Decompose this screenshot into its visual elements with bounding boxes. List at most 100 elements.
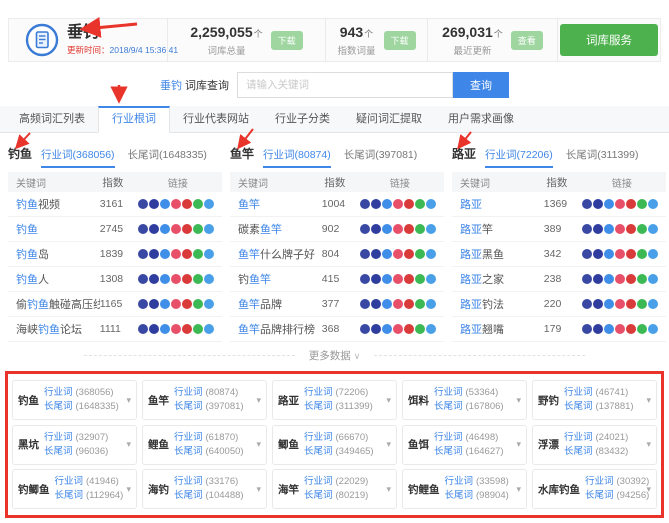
industry-label[interactable]: 行业词 bbox=[44, 431, 73, 445]
platform-icon-green[interactable] bbox=[637, 274, 647, 284]
industry-label[interactable]: 行业词 bbox=[304, 386, 333, 400]
platform-icon-red[interactable] bbox=[182, 199, 192, 209]
platform-icon-green[interactable] bbox=[193, 224, 203, 234]
platform-icon-navy[interactable] bbox=[582, 299, 592, 309]
industry-count-line[interactable]: 行业词(24021) bbox=[564, 431, 628, 445]
keyword-link[interactable]: 钓鱼 bbox=[16, 221, 100, 237]
keyword-link[interactable]: 碳素鱼竿 bbox=[238, 221, 322, 237]
search-button[interactable]: 查询 bbox=[453, 72, 509, 98]
platform-icon-red[interactable] bbox=[182, 224, 192, 234]
platform-icon-red[interactable] bbox=[626, 224, 636, 234]
tab-industry-subcategory[interactable]: 行业子分类 bbox=[262, 106, 343, 132]
platform-icon-green[interactable] bbox=[415, 324, 425, 334]
platform-icon-red[interactable] bbox=[404, 249, 414, 259]
longtail-count-line[interactable]: 长尾词(96036) bbox=[44, 445, 108, 459]
platform-icon-lightblue[interactable] bbox=[204, 299, 214, 309]
platform-icon-blue[interactable] bbox=[604, 199, 614, 209]
dropdown-caret-icon[interactable]: ▾ bbox=[516, 484, 521, 495]
industry-label[interactable]: 行业词 bbox=[174, 386, 203, 400]
platform-icon-lightblue[interactable] bbox=[648, 224, 658, 234]
platform-icon-rose[interactable] bbox=[615, 224, 625, 234]
platform-icon-indigo[interactable] bbox=[371, 249, 381, 259]
keyword-name[interactable]: 鲫鱼 bbox=[278, 437, 299, 452]
industry-label[interactable]: 行业词 bbox=[564, 431, 593, 445]
platform-icon-red[interactable] bbox=[626, 249, 636, 259]
dropdown-caret-icon[interactable]: ▾ bbox=[646, 439, 651, 450]
platform-icon-indigo[interactable] bbox=[371, 199, 381, 209]
dropdown-caret-icon[interactable]: ▾ bbox=[386, 395, 391, 406]
platform-icon-rose[interactable] bbox=[615, 199, 625, 209]
longtail-count-line[interactable]: 长尾词(137881) bbox=[564, 400, 634, 414]
platform-icon-blue[interactable] bbox=[160, 274, 170, 284]
platform-icon-lightblue[interactable] bbox=[426, 249, 436, 259]
longtail-label[interactable]: 长尾词 bbox=[44, 445, 73, 459]
platform-icon-green[interactable] bbox=[637, 299, 647, 309]
platform-icon-lightblue[interactable] bbox=[648, 274, 658, 284]
platform-icon-rose[interactable] bbox=[615, 274, 625, 284]
dropdown-caret-icon[interactable]: ▾ bbox=[386, 484, 391, 495]
industry-count-line[interactable]: 行业词(66670) bbox=[304, 431, 374, 445]
platform-icon-navy[interactable] bbox=[360, 274, 370, 284]
platform-icon-blue[interactable] bbox=[604, 324, 614, 334]
platform-icon-navy[interactable] bbox=[138, 274, 148, 284]
longtail-label[interactable]: 长尾词 bbox=[174, 489, 203, 503]
platform-icon-navy[interactable] bbox=[360, 299, 370, 309]
longtail-label[interactable]: 长尾词 bbox=[585, 489, 614, 503]
platform-icon-red[interactable] bbox=[404, 299, 414, 309]
platform-icon-blue[interactable] bbox=[382, 224, 392, 234]
industry-count-line[interactable]: 行业词(46741) bbox=[564, 386, 634, 400]
platform-icon-blue[interactable] bbox=[160, 224, 170, 234]
keyword-name[interactable]: 海钓 bbox=[148, 482, 169, 497]
keyword-link[interactable]: 路亚竿 bbox=[460, 221, 544, 237]
longtail-label[interactable]: 长尾词 bbox=[174, 445, 203, 459]
tab-industry-sites[interactable]: 行业代表网站 bbox=[170, 106, 262, 132]
longtail-count-line[interactable]: 长尾词(349465) bbox=[304, 445, 374, 459]
platform-icon-blue[interactable] bbox=[382, 274, 392, 284]
platform-icon-indigo[interactable] bbox=[593, 199, 603, 209]
keyword-name[interactable]: 钓鲤鱼 bbox=[408, 482, 440, 497]
industry-count-line[interactable]: 行业词(33598) bbox=[445, 475, 509, 489]
platform-icon-red[interactable] bbox=[626, 199, 636, 209]
industry-words-tab[interactable]: 行业词(72206) bbox=[485, 147, 553, 168]
platform-icon-navy[interactable] bbox=[360, 224, 370, 234]
platform-icon-red[interactable] bbox=[182, 299, 192, 309]
platform-icon-red[interactable] bbox=[404, 324, 414, 334]
industry-label[interactable]: 行业词 bbox=[434, 431, 463, 445]
keyword-link[interactable]: 路亚之家 bbox=[460, 271, 544, 287]
platform-icon-blue[interactable] bbox=[604, 249, 614, 259]
industry-label[interactable]: 行业词 bbox=[434, 386, 463, 400]
platform-icon-rose[interactable] bbox=[615, 249, 625, 259]
more-data-link[interactable]: 更多数据∨ bbox=[309, 348, 361, 363]
industry-words-tab[interactable]: 行业词(368056) bbox=[41, 147, 115, 168]
platform-icon-rose[interactable] bbox=[393, 249, 403, 259]
longtail-count-line[interactable]: 长尾词(80219) bbox=[304, 489, 368, 503]
keyword-name[interactable]: 钓鱼 bbox=[18, 393, 39, 408]
platform-icon-navy[interactable] bbox=[138, 299, 148, 309]
longtail-label[interactable]: 长尾词 bbox=[55, 489, 84, 503]
platform-icon-green[interactable] bbox=[193, 249, 203, 259]
platform-icon-indigo[interactable] bbox=[593, 324, 603, 334]
keyword-link[interactable]: 路亚 bbox=[460, 196, 544, 212]
platform-icon-blue[interactable] bbox=[160, 199, 170, 209]
industry-words-tab[interactable]: 行业词(80874) bbox=[263, 147, 331, 168]
dropdown-caret-icon[interactable]: ▾ bbox=[256, 395, 261, 406]
platform-icon-red[interactable] bbox=[182, 274, 192, 284]
platform-icon-lightblue[interactable] bbox=[426, 224, 436, 234]
keyword-link[interactable]: 路亚黑鱼 bbox=[460, 246, 544, 262]
platform-icon-navy[interactable] bbox=[582, 274, 592, 284]
platform-icon-red[interactable] bbox=[626, 274, 636, 284]
industry-count-line[interactable]: 行业词(72206) bbox=[304, 386, 373, 400]
platform-icon-navy[interactable] bbox=[360, 249, 370, 259]
platform-icon-red[interactable] bbox=[182, 324, 192, 334]
keyword-link[interactable]: 偷钓鱼触碰高压线 bbox=[16, 296, 100, 312]
keyword-link[interactable]: 鱼竿品牌排行榜 bbox=[238, 321, 322, 337]
industry-count-line[interactable]: 行业词(61870) bbox=[174, 431, 244, 445]
platform-icon-rose[interactable] bbox=[171, 199, 181, 209]
service-button[interactable]: 词库服务 bbox=[560, 24, 658, 56]
platform-icon-navy[interactable] bbox=[138, 324, 148, 334]
platform-icon-blue[interactable] bbox=[382, 249, 392, 259]
longtail-words-tab[interactable]: 长尾词(311399) bbox=[566, 147, 639, 168]
platform-icon-lightblue[interactable] bbox=[204, 199, 214, 209]
platform-icon-indigo[interactable] bbox=[593, 299, 603, 309]
platform-icon-navy[interactable] bbox=[138, 249, 148, 259]
